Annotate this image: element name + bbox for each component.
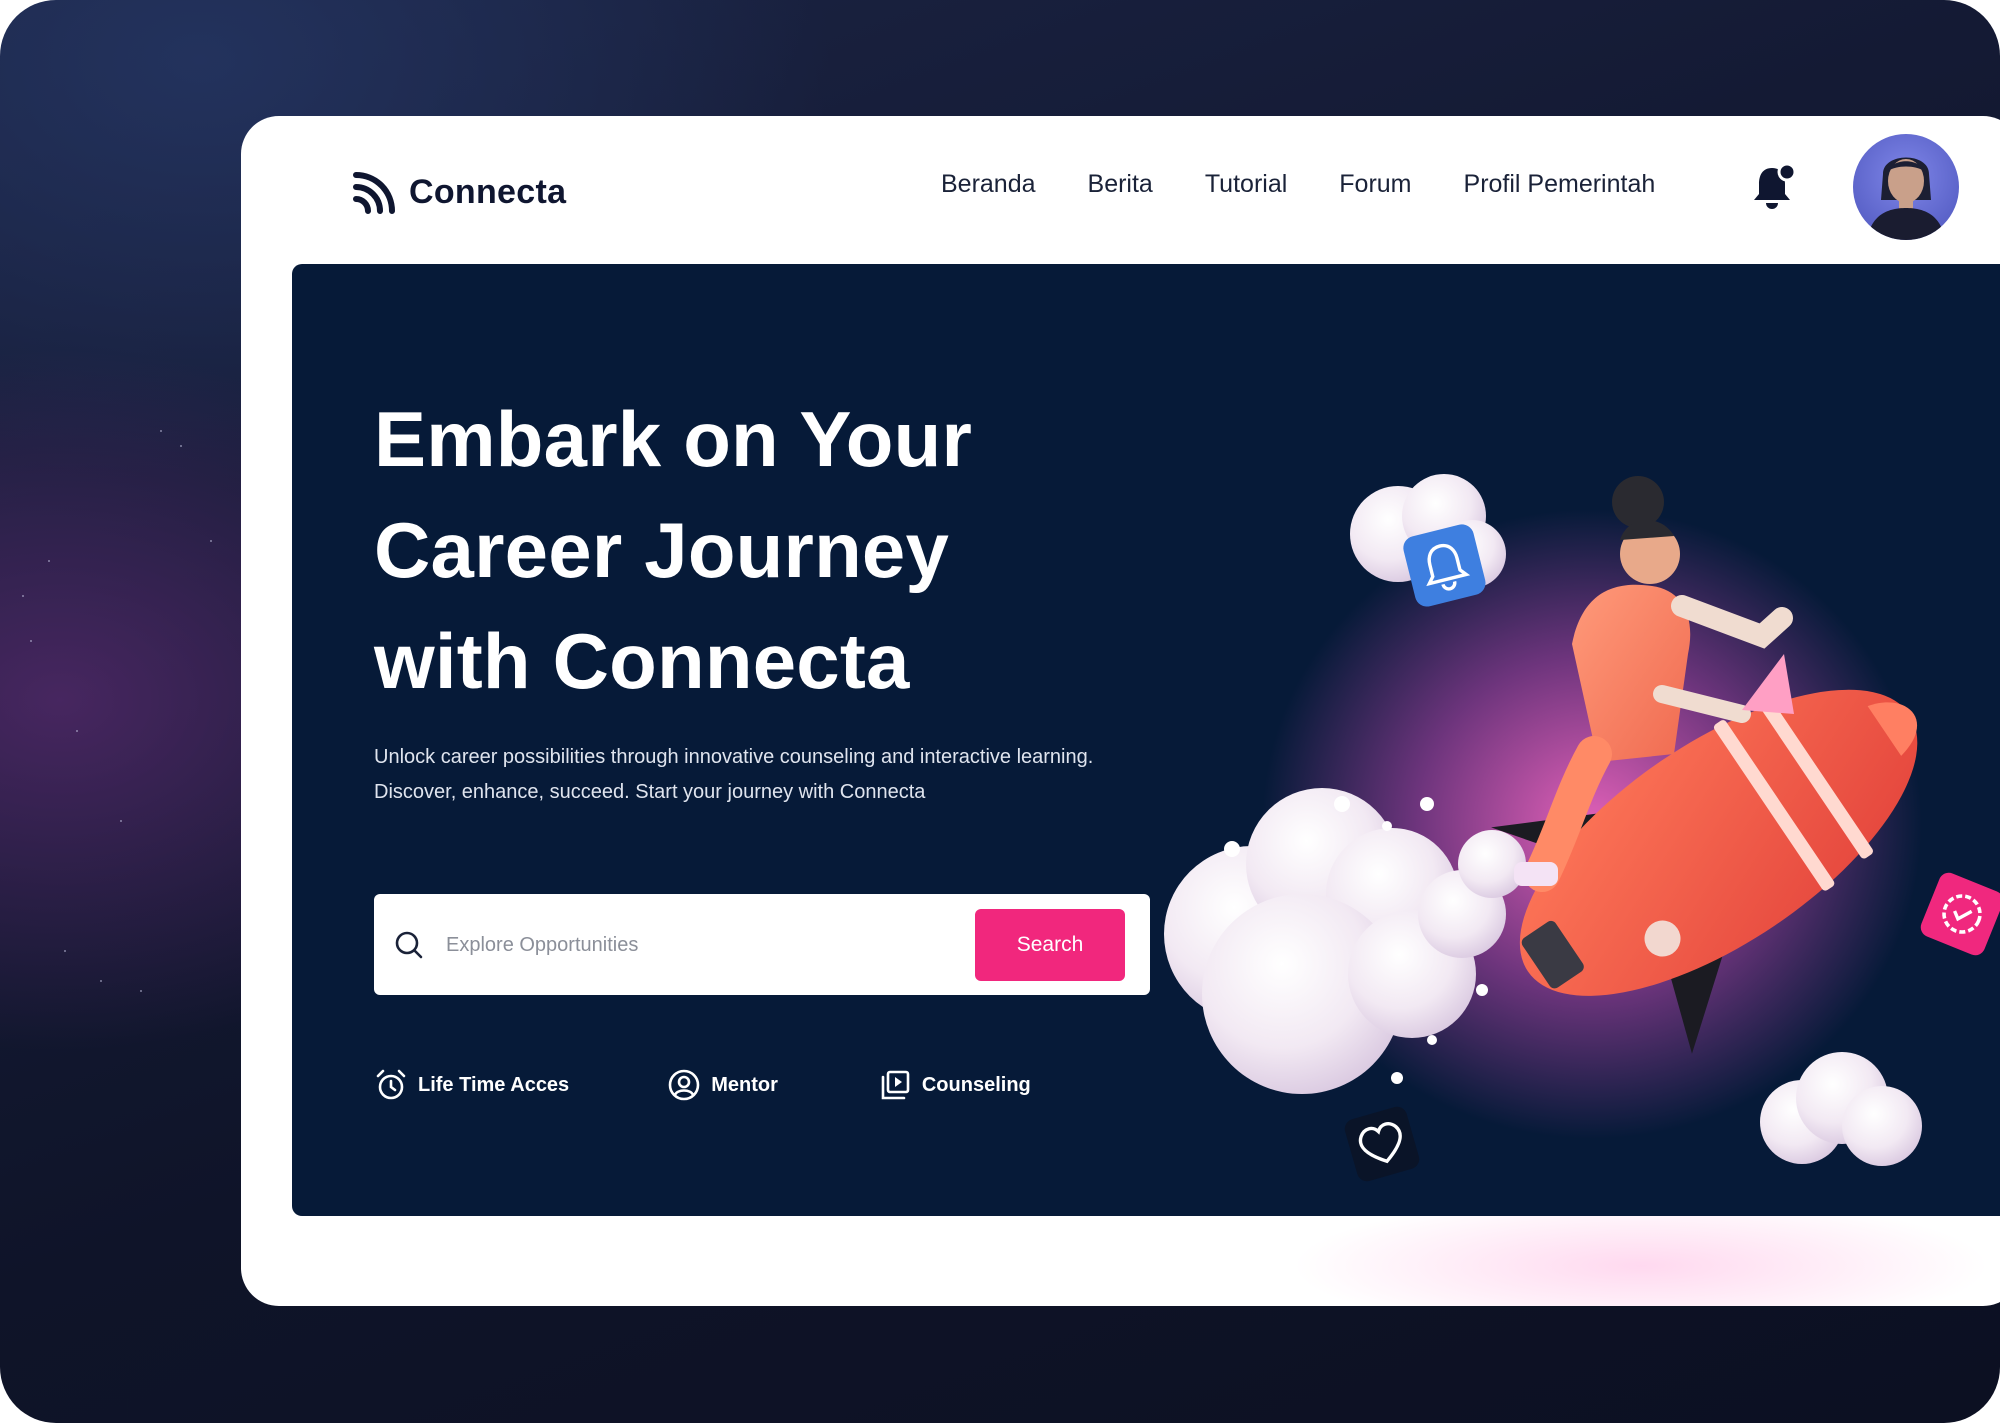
nav-item-beranda[interactable]: Beranda [941,170,1036,199]
headline-line: Career Journey [374,506,950,594]
nav-item-profil-pemerintah[interactable]: Profil Pemerintah [1464,170,1656,199]
nav-item-tutorial[interactable]: Tutorial [1205,170,1287,199]
search-button[interactable]: Search [975,909,1125,981]
rocket [1491,689,1918,1054]
smoke-cloud [1164,788,1526,1094]
play-library-icon [881,1070,910,1100]
brand-name: Connecta [409,172,567,211]
feature-item: Counseling [878,1068,1031,1102]
main-menu: Beranda Berita Tutorial Forum Profil Pem… [941,170,1655,199]
user-avatar[interactable] [1853,134,1959,240]
hero-banner: Embark on Your Career Journey with Conne… [292,264,2000,1216]
feature-item: Life Time Acces [374,1068,569,1102]
headline-line: Embark on Your [374,395,973,483]
headline-line: with Connecta [374,617,910,705]
feature-label: Counseling [921,1073,1031,1096]
badge-tile-icon [1920,872,2000,956]
search-icon [395,931,423,959]
avatar-portrait [1867,157,1945,240]
alarm-clock-icon [376,1069,406,1100]
hero-subtitle: Unlock career possibilities through inno… [374,746,1094,803]
heart-tile-icon [1344,1106,1420,1182]
feature-list: Life Time Acces Mentor Counseling [374,1068,1031,1102]
feature-label: Mentor [711,1073,778,1096]
logo-mark-icon [353,172,395,214]
search-bar: Search [374,894,1150,995]
top-navbar: Connecta Beranda Berita Tutorial Forum P… [241,116,2000,262]
feature-item: Mentor [667,1068,778,1102]
user-circle-icon [668,1069,700,1101]
brand-logo[interactable]: Connecta [353,170,566,214]
nav-item-forum[interactable]: Forum [1339,170,1411,199]
hero-headline: Embark on Your Career Journey with Conne… [374,384,972,717]
search-input[interactable] [444,922,948,968]
rocket-illustration [1164,474,2000,1182]
bell-icon[interactable] [1751,163,1797,211]
floating-cloud-bottom [1760,1052,1922,1166]
nav-item-berita[interactable]: Berita [1088,170,1153,199]
feature-label: Life Time Acces [418,1073,570,1096]
background-canvas: Connecta Beranda Berita Tutorial Forum P… [0,0,2000,1423]
app-window: Connecta Beranda Berita Tutorial Forum P… [241,116,2000,1306]
